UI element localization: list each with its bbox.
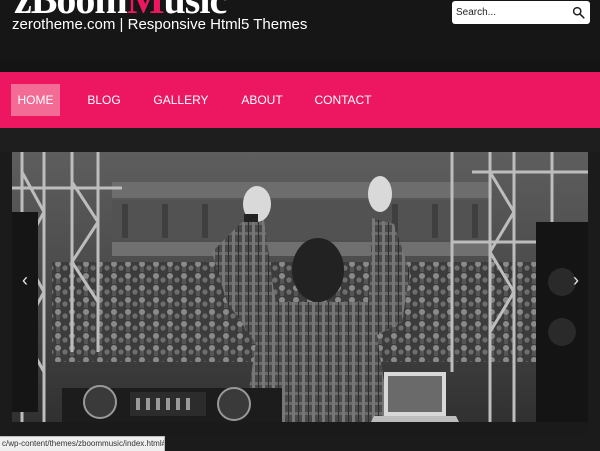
nav-item-gallery[interactable]: GALLERY <box>152 84 210 116</box>
nav-item-contact[interactable]: CONTACT <box>314 84 372 116</box>
main-navigation: HOME BLOG GALLERY ABOUT CONTACT <box>0 72 600 128</box>
search-box <box>452 1 590 24</box>
slider-next-arrow[interactable]: › <box>569 270 583 290</box>
nav-bottom-strip <box>0 128 600 152</box>
nav-item-about[interactable]: ABOUT <box>239 84 285 116</box>
image-slider[interactable] <box>12 152 588 436</box>
site-tagline: zerotheme.com | Responsive Html5 Themes <box>12 16 308 33</box>
slider-prev-arrow[interactable]: ‹ <box>18 270 32 290</box>
nav-item-home[interactable]: HOME <box>11 84 60 116</box>
search-input[interactable] <box>452 1 568 24</box>
magnifier-icon[interactable] <box>572 6 585 19</box>
status-bar-url: c/wp-content/themes/zboommusic/index.htm… <box>0 436 165 451</box>
nav-item-blog[interactable]: BLOG <box>84 84 124 116</box>
slide-image <box>12 152 588 436</box>
nav-top-gap <box>0 60 600 72</box>
site-header: zBoomMusic zerotheme.com | Responsive Ht… <box>0 0 600 60</box>
